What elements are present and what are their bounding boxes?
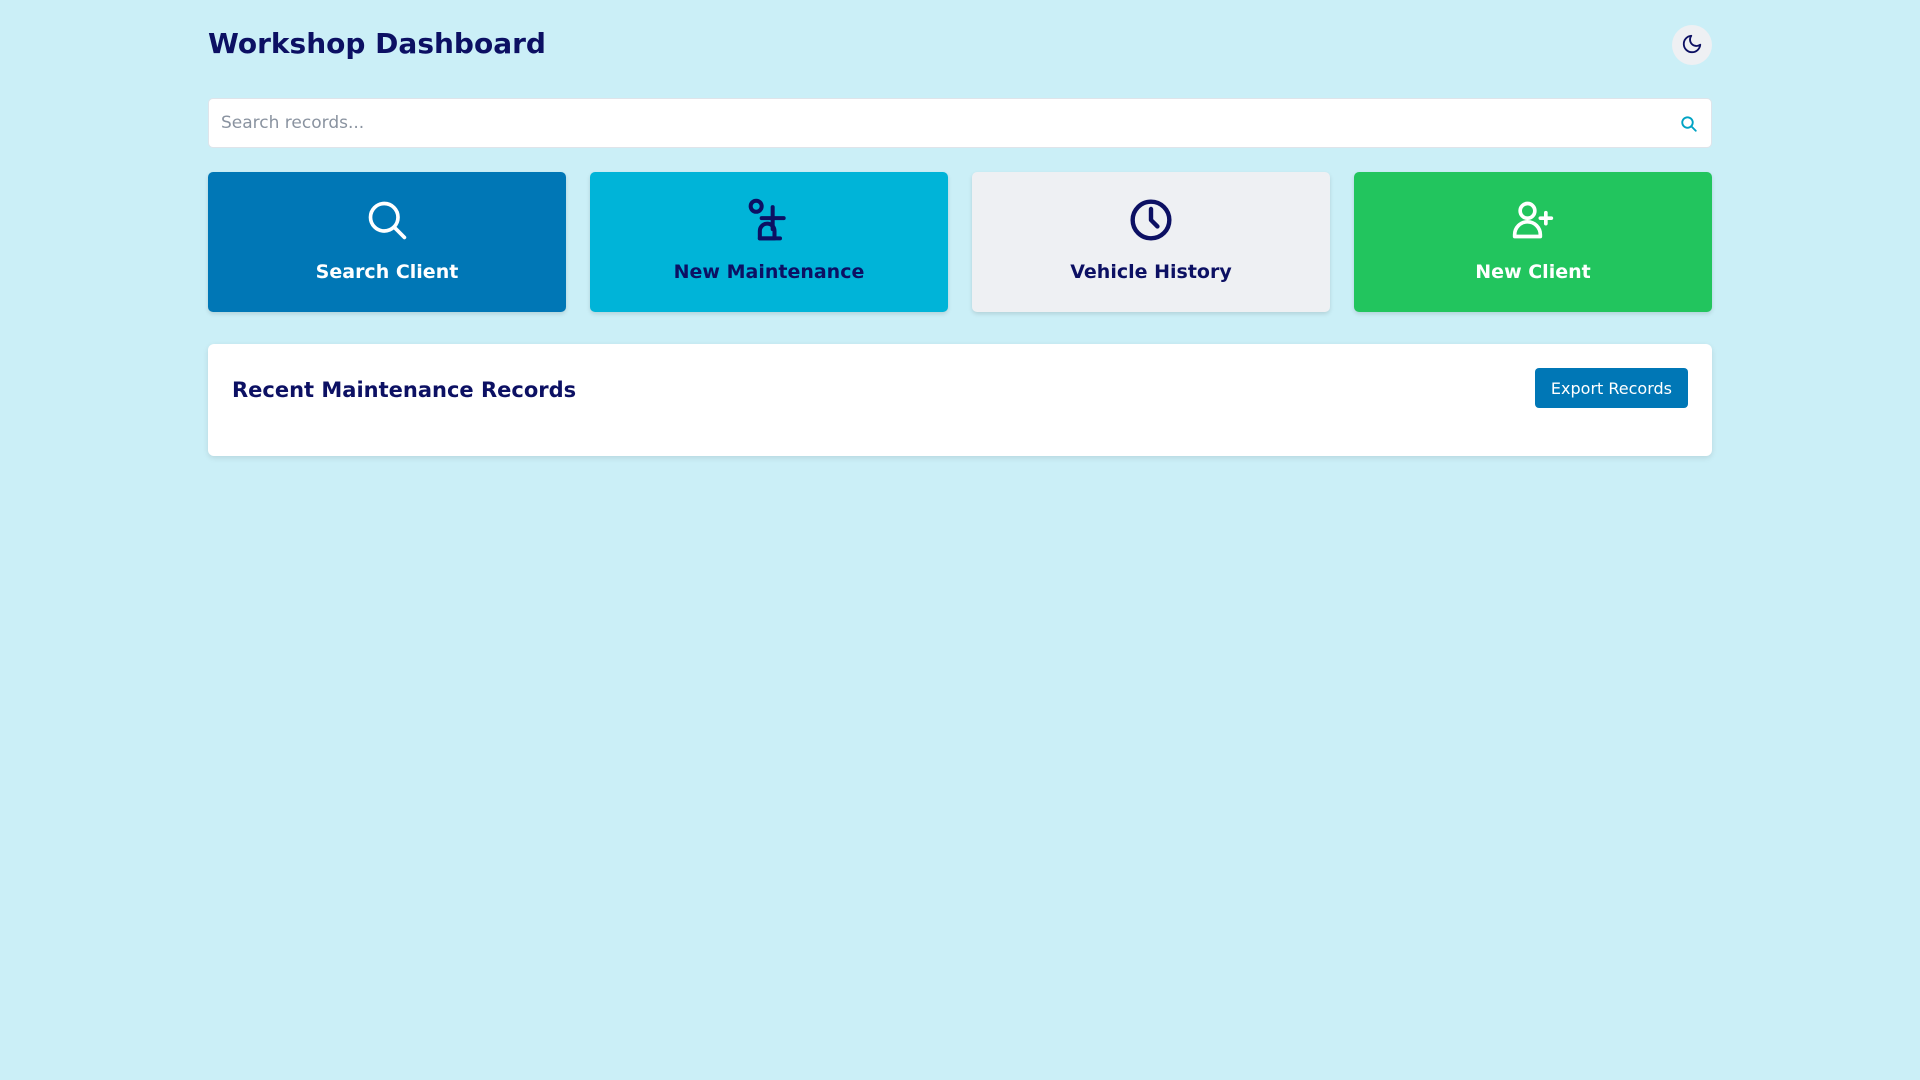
search-input[interactable] bbox=[209, 99, 1711, 147]
user-plus-icon bbox=[1511, 198, 1555, 242]
new-client-card[interactable]: New Client bbox=[1354, 172, 1712, 312]
new-client-label: New Client bbox=[1475, 261, 1591, 283]
export-records-button[interactable]: Export Records bbox=[1534, 368, 1688, 408]
page-title: Workshop Dashboard bbox=[208, 27, 546, 60]
recent-records-panel: Recent Maintenance Records Export Record… bbox=[208, 344, 1712, 456]
new-maintenance-card[interactable]: New Maintenance bbox=[590, 172, 948, 312]
quick-actions: Search Client New Maintenance Vehicle Hi… bbox=[208, 172, 1712, 312]
moon-icon bbox=[1681, 33, 1703, 58]
search-bar bbox=[208, 98, 1712, 148]
vehicle-history-label: Vehicle History bbox=[1070, 261, 1232, 283]
new-maintenance-label: New Maintenance bbox=[673, 261, 865, 283]
user-plus-icon bbox=[747, 198, 791, 242]
vehicle-history-card[interactable]: Vehicle History bbox=[972, 172, 1330, 312]
dashboard-container: Workshop Dashboard Search records... Sea… bbox=[208, 0, 1712, 456]
header: Workshop Dashboard bbox=[208, 0, 1712, 88]
theme-toggle-button[interactable] bbox=[1672, 25, 1712, 65]
search-icon[interactable] bbox=[1677, 112, 1701, 136]
search-client-label: Search Client bbox=[315, 261, 459, 283]
recent-records-title: Recent Maintenance Records bbox=[232, 378, 577, 402]
search-icon bbox=[365, 198, 409, 242]
search-client-card[interactable]: Search Client bbox=[208, 172, 566, 312]
clock-icon bbox=[1129, 198, 1173, 242]
